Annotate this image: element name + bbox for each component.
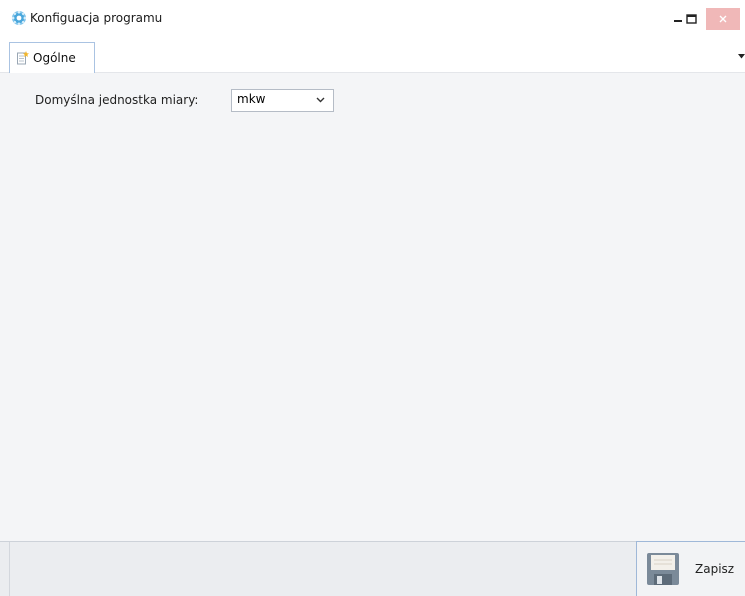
chevron-down-icon [316,97,325,103]
tab-ogolne[interactable]: Ogólne [9,42,95,73]
close-icon [719,15,727,23]
document-star-icon [17,51,29,65]
unit-select[interactable]: mkw [231,89,334,112]
maximize-icon [685,14,697,24]
footer-divider [9,542,10,596]
tab-label: Ogólne [33,51,76,65]
tab-overflow-arrow-icon[interactable] [738,54,745,59]
save-label: Zapisz [695,562,735,576]
floppy-disk-icon [647,553,679,585]
footer-bar: Zapisz [0,541,745,596]
tab-strip: Ogólne [0,40,745,73]
save-button[interactable]: Zapisz [636,541,745,596]
window-title: Konfiguacja programu [30,11,163,25]
close-button[interactable] [706,8,740,30]
title-bar: Konfiguacja programu [0,0,745,40]
maximize-button[interactable] [681,8,701,30]
unit-label: Domyślna jednostka miary: [35,93,199,107]
settings-panel: Domyślna jednostka miary: mkw [0,73,745,541]
unit-select-value: mkw [237,92,266,106]
gear-icon [11,10,27,26]
